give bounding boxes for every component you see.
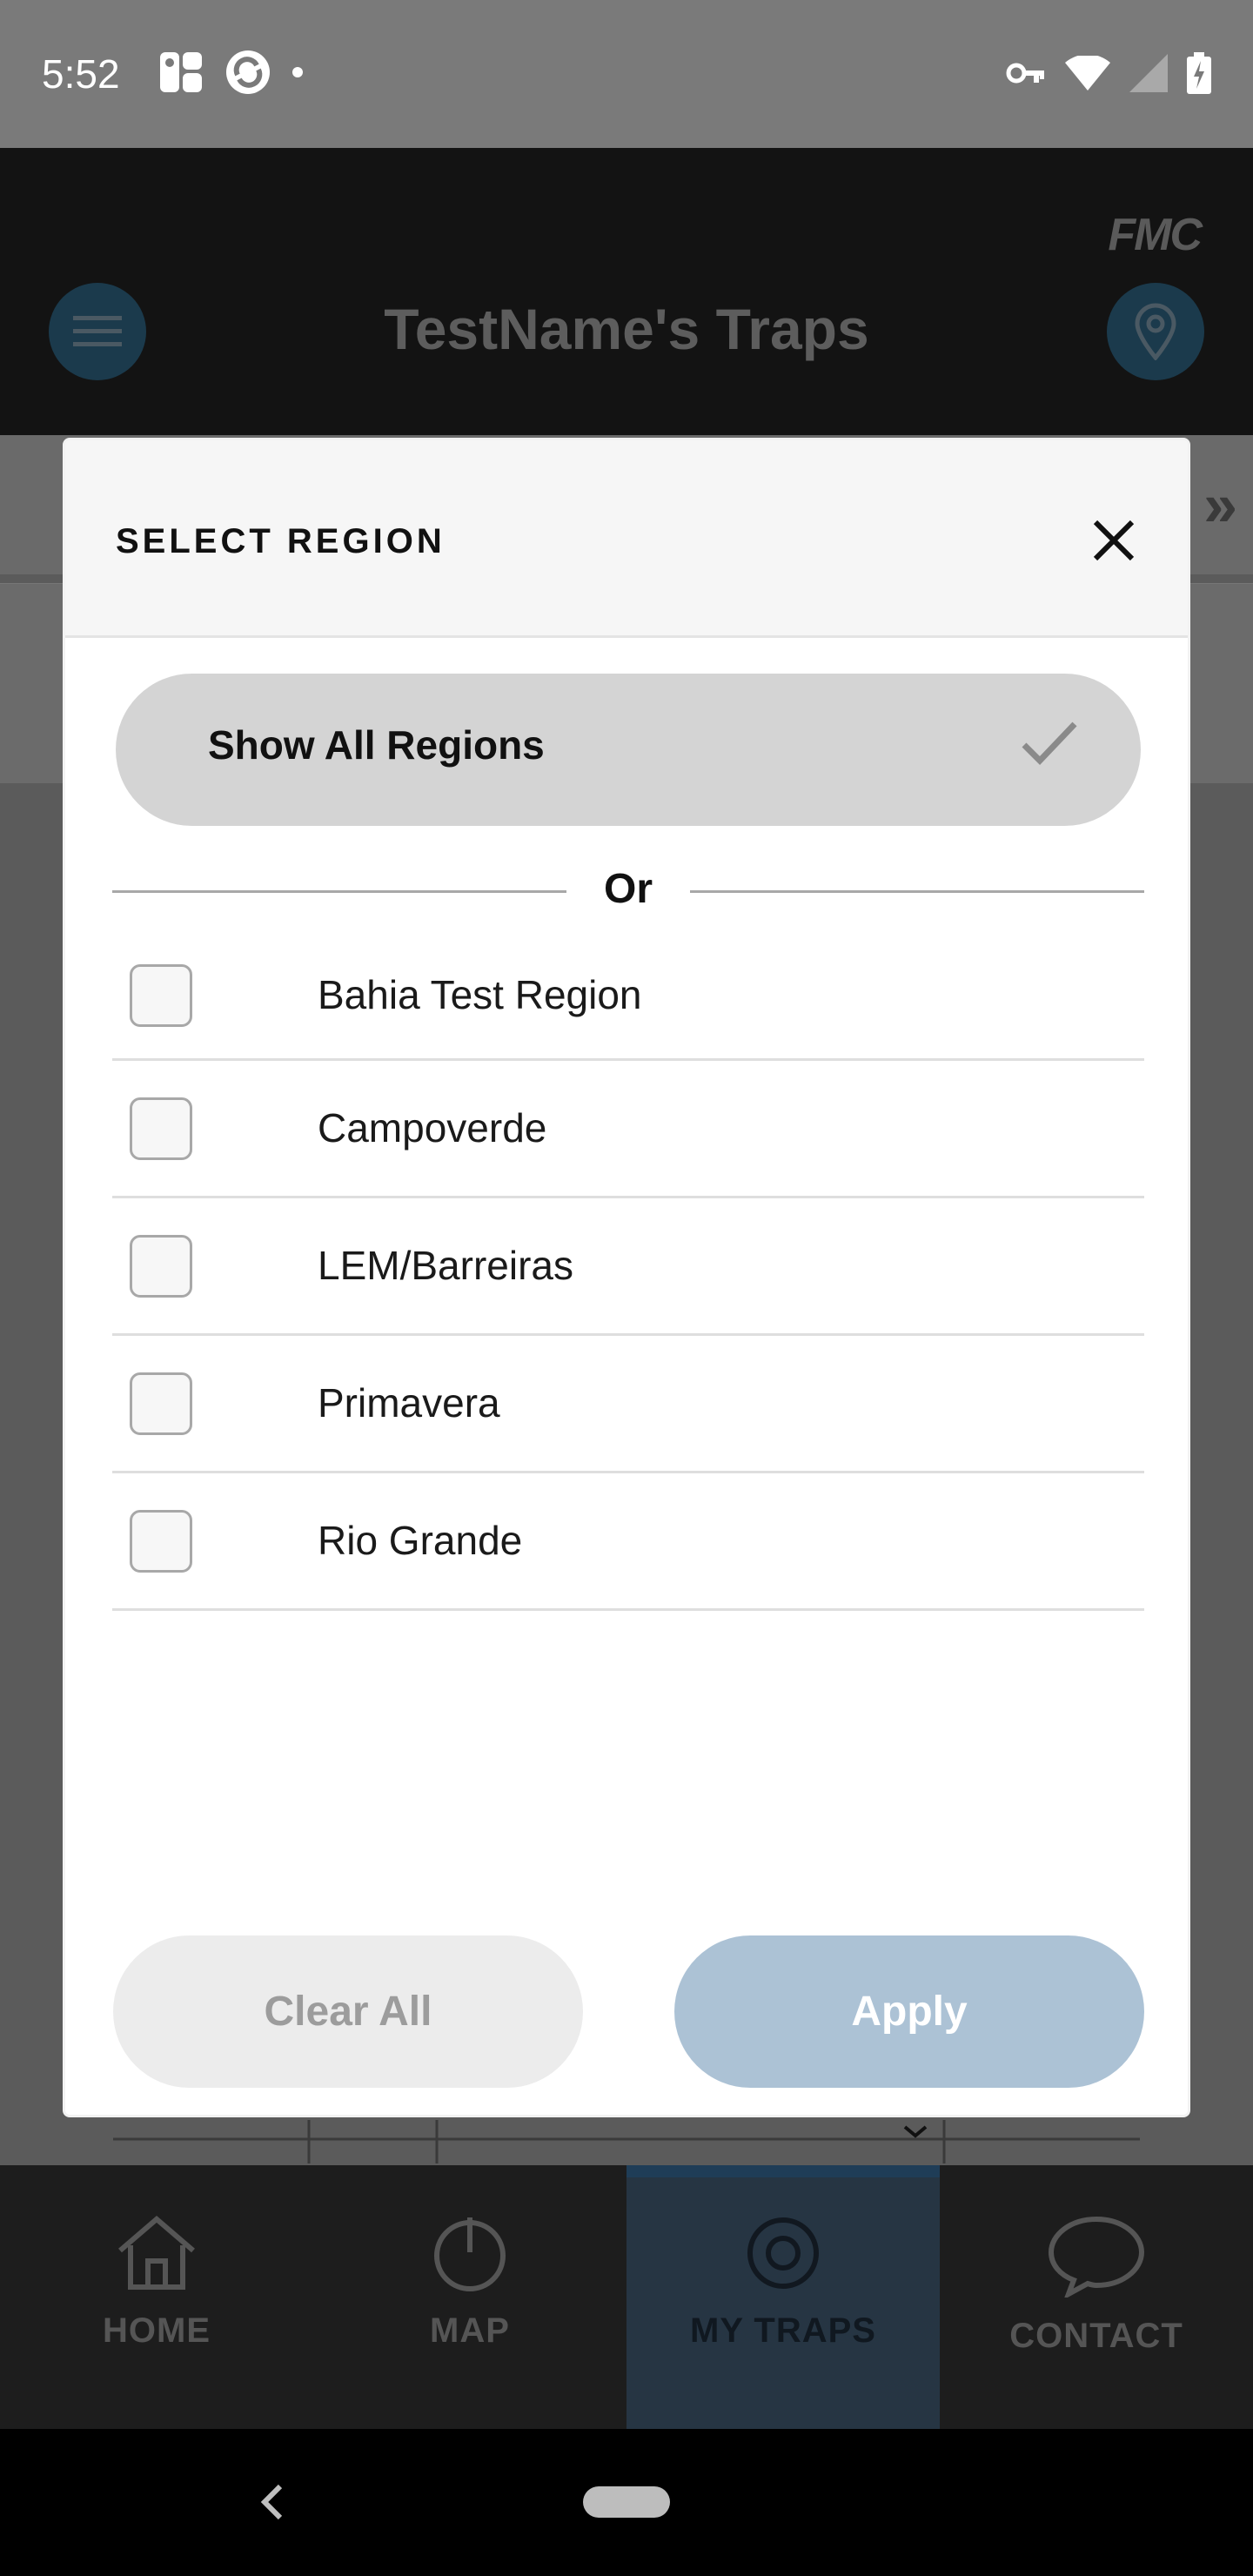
dialog-title: SELECT REGION <box>116 522 446 560</box>
wifi-icon <box>1065 56 1110 91</box>
brand-logo: FMC <box>1108 210 1203 260</box>
region-item-lem-barreiras[interactable]: LEM/Barreiras <box>112 1198 1144 1336</box>
nav-my-traps[interactable]: MY TRAPS <box>626 2165 940 2429</box>
select-region-dialog: SELECT REGION Show All Regions Or Bahia … <box>63 438 1190 2117</box>
nav-my-traps-label: MY TRAPS <box>690 2311 876 2350</box>
apply-button[interactable]: Apply <box>674 1935 1144 2088</box>
nav-map-label: MAP <box>430 2311 510 2350</box>
region-label: Primavera <box>318 1380 500 1426</box>
chat-icon <box>1048 2216 1145 2298</box>
status-system-icons <box>1006 52 1211 94</box>
dialog-header: SELECT REGION <box>65 440 1188 638</box>
clear-all-label: Clear All <box>264 1989 432 2035</box>
region-checkbox[interactable] <box>130 1372 192 1435</box>
home-pill[interactable] <box>583 2486 670 2518</box>
region-item-rio-grande[interactable]: Rio Grande <box>112 1473 1144 1611</box>
region-label: Rio Grande <box>318 1518 523 1563</box>
check-icon <box>1022 721 1077 766</box>
or-label: Or <box>603 866 653 912</box>
map-icon <box>434 2217 506 2291</box>
close-icon[interactable] <box>1090 517 1137 564</box>
region-label: LEM/Barreiras <box>318 1243 573 1288</box>
background-table-lines <box>113 2120 1140 2163</box>
location-button[interactable] <box>1107 283 1204 380</box>
dot-notification-icon <box>292 67 303 77</box>
app-header: FMC TestName's Traps <box>0 148 1253 435</box>
bottom-nav: HOME MAP MY TRAPS CONTACT <box>0 2165 1253 2429</box>
region-label: Bahia Test Region <box>318 972 642 1017</box>
status-notification-icons <box>158 49 305 96</box>
app-notification-icon <box>160 52 202 92</box>
page-title: TestName's Traps <box>384 297 869 361</box>
home-icon <box>118 2216 195 2290</box>
status-time: 5:52 <box>42 51 120 97</box>
double-chevron-icon: » <box>1203 471 1237 539</box>
system-nav-bar <box>0 2429 1253 2576</box>
nav-map[interactable]: MAP <box>313 2165 626 2429</box>
battery-charging-icon <box>1187 52 1211 94</box>
nav-home[interactable]: HOME <box>0 2165 313 2429</box>
nav-contact-label: CONTACT <box>1009 2317 1183 2355</box>
region-checkbox[interactable] <box>130 1235 192 1298</box>
region-checkbox[interactable] <box>130 1510 192 1573</box>
location-pin-icon <box>1135 303 1176 360</box>
apply-label: Apply <box>851 1989 968 2035</box>
vpn-key-icon <box>1006 63 1044 84</box>
sync-notification-icon <box>226 50 270 94</box>
back-icon[interactable] <box>259 2483 285 2521</box>
show-all-regions-button[interactable]: Show All Regions <box>116 674 1141 826</box>
region-item-bahia-test-region[interactable]: Bahia Test Region <box>112 928 1144 1061</box>
target-icon <box>747 2217 819 2289</box>
divider-line-right <box>690 890 1144 893</box>
show-all-regions-label: Show All Regions <box>208 722 545 768</box>
region-label: Campoverde <box>318 1105 547 1150</box>
clear-all-button[interactable]: Clear All <box>113 1935 583 2088</box>
region-item-campoverde[interactable]: Campoverde <box>112 1061 1144 1198</box>
status-bar: 5:52 <box>0 0 1253 148</box>
nav-home-label: HOME <box>103 2311 211 2350</box>
region-item-primavera[interactable]: Primavera <box>112 1336 1144 1473</box>
nav-contact[interactable]: CONTACT <box>940 2165 1253 2429</box>
signal-icon <box>1129 54 1168 92</box>
region-checkbox[interactable] <box>130 964 192 1027</box>
or-divider: Or <box>112 860 1144 921</box>
region-list: Bahia Test Region Campoverde LEM/Barreir… <box>112 928 1144 1611</box>
region-checkbox[interactable] <box>130 1097 192 1160</box>
